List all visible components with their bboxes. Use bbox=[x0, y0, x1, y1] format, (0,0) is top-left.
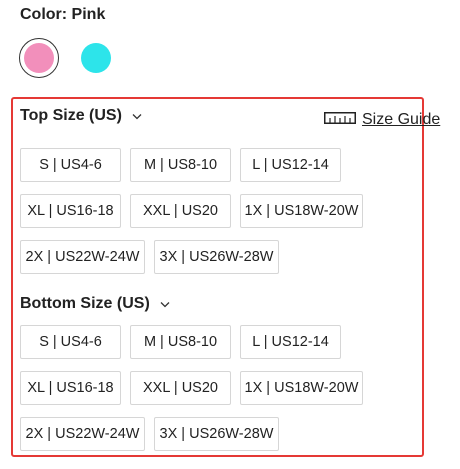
bottom-size-option-xl[interactable]: XL | US16-18 bbox=[20, 371, 121, 405]
top-size-option-xl[interactable]: XL | US16-18 bbox=[20, 194, 121, 228]
bottom-size-title: Bottom Size (US) bbox=[20, 295, 150, 312]
bottom-size-option-1x[interactable]: 1X | US18W-20W bbox=[240, 371, 363, 405]
bottom-size-option-s[interactable]: S | US4-6 bbox=[20, 325, 121, 359]
color-swatches bbox=[19, 38, 116, 78]
top-size-option-xxl[interactable]: XXL | US20 bbox=[130, 194, 231, 228]
bottom-size-option-2x[interactable]: 2X | US22W-24W bbox=[20, 417, 145, 451]
top-size-option-l[interactable]: L | US12-14 bbox=[240, 148, 341, 182]
product-options-panel: Color: Pink Top Size (US) Size Guide S |… bbox=[0, 0, 460, 469]
bottom-size-option-xxl[interactable]: XXL | US20 bbox=[130, 371, 231, 405]
top-size-option-m[interactable]: M | US8-10 bbox=[130, 148, 231, 182]
color-swatch-pink[interactable] bbox=[19, 38, 59, 78]
top-size-option-1x[interactable]: 1X | US18W-20W bbox=[240, 194, 363, 228]
size-guide-link[interactable]: Size Guide bbox=[324, 111, 440, 129]
top-size-option-2x[interactable]: 2X | US22W-24W bbox=[20, 240, 145, 274]
ruler-icon bbox=[324, 111, 356, 129]
color-title: Color: Pink bbox=[20, 6, 106, 23]
bottom-size-option-3x[interactable]: 3X | US26W-28W bbox=[154, 417, 279, 451]
chevron-down-icon bbox=[132, 113, 142, 120]
color-swatch-cyan[interactable] bbox=[76, 38, 116, 78]
bottom-size-option-l[interactable]: L | US12-14 bbox=[240, 325, 341, 359]
chevron-down-icon bbox=[160, 301, 170, 308]
pink-swatch-fill bbox=[24, 43, 54, 73]
bottom-size-header[interactable]: Bottom Size (US) bbox=[20, 295, 170, 313]
bottom-size-option-m[interactable]: M | US8-10 bbox=[130, 325, 231, 359]
cyan-swatch-fill bbox=[81, 43, 111, 73]
top-size-option-3x[interactable]: 3X | US26W-28W bbox=[154, 240, 279, 274]
top-size-header[interactable]: Top Size (US) bbox=[20, 107, 142, 125]
size-guide-label: Size Guide bbox=[362, 111, 441, 128]
top-size-option-s[interactable]: S | US4-6 bbox=[20, 148, 121, 182]
top-size-title: Top Size (US) bbox=[20, 107, 122, 124]
